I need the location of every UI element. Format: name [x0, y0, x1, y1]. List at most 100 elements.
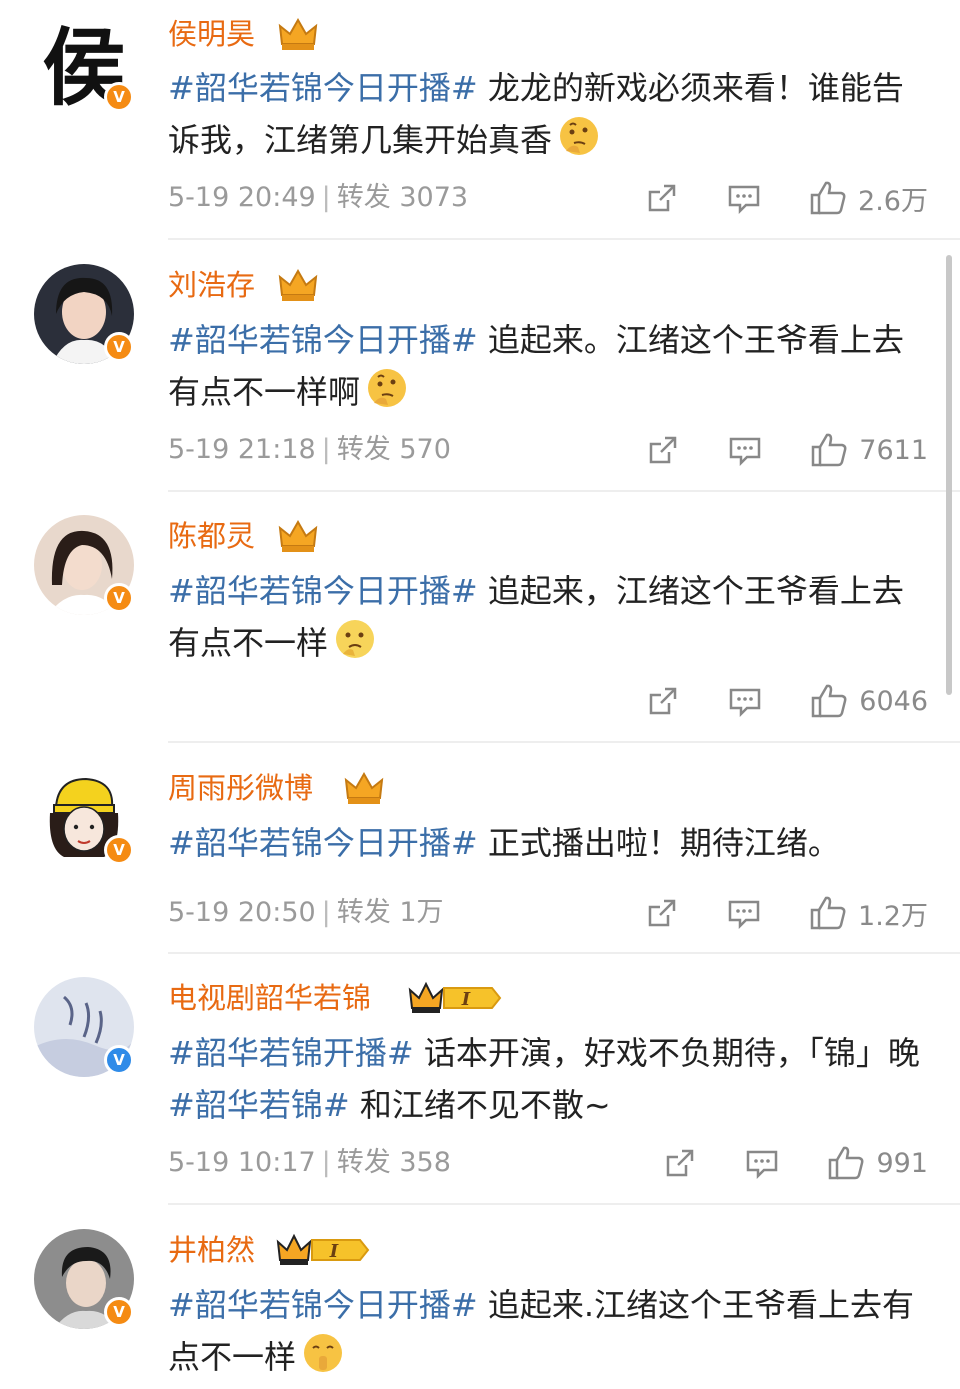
- thumbs-up-icon: [829, 1146, 864, 1180]
- repost-count: 转发 1万: [336, 897, 444, 928]
- meta-separator: |: [321, 434, 331, 465]
- action-bar: 1.2万: [644, 893, 928, 933]
- post-text: #韶华若锦今日开播# 追起来。江绪这个王爷看上去有点不一样啊: [168, 314, 928, 424]
- comment-button[interactable]: [726, 895, 762, 931]
- share-icon: [650, 687, 677, 715]
- post-divider: [168, 1203, 960, 1205]
- thumbs-up-icon: [812, 433, 847, 467]
- verified-badge: V: [104, 1045, 134, 1075]
- thumbs-up-icon: [810, 181, 846, 215]
- author-name[interactable]: 井柏然: [168, 1230, 255, 1270]
- action-bar: 991: [662, 1143, 928, 1183]
- post-time: 5-19 10:17: [168, 1147, 316, 1178]
- post-text: #韶华若锦今日开播# 追起来，江绪这个王爷看上去有点不一样: [168, 565, 928, 675]
- post-divider: [168, 952, 960, 954]
- author-name[interactable]: 陈都灵: [168, 516, 255, 556]
- share-button[interactable]: [645, 432, 681, 468]
- verified-badge: V: [104, 332, 134, 362]
- verified-badge: V: [104, 583, 134, 613]
- share-icon: [648, 184, 676, 212]
- post-houminghao: 侯 V 侯明昊 #韶华若锦今日开播# 龙龙的新戏必须来看！谁能告诉我，江绪第几集…: [0, 0, 960, 240]
- hashtag-link[interactable]: #韶华若锦开播#: [168, 1034, 414, 1072]
- post-time: 5-19 20:50: [168, 897, 316, 928]
- scrollbar[interactable]: [946, 255, 952, 695]
- svg-text:I: I: [461, 989, 471, 1010]
- like-button[interactable]: 2.6万: [808, 178, 928, 218]
- action-bar: 6046: [645, 681, 928, 721]
- author-name[interactable]: 电视剧韶华若锦: [168, 978, 371, 1018]
- meta-separator: |: [321, 182, 331, 213]
- member-crown-level-icon: I: [276, 1233, 370, 1265]
- thinking-face-icon: [366, 367, 408, 424]
- like-button[interactable]: 991: [826, 1143, 928, 1183]
- hashtag-link[interactable]: #韶华若锦今日开播#: [168, 321, 478, 359]
- weibo-comment-feed: 侯 V 侯明昊 #韶华若锦今日开播# 龙龙的新戏必须来看！谁能告诉我，江绪第几集…: [0, 0, 960, 1376]
- verified-badge: V: [104, 82, 134, 112]
- post-meta: 5-19 20:49 | 转发 3073: [168, 178, 468, 218]
- post-divider: [168, 238, 960, 240]
- post-text: #韶华若锦开播# 话本开演，好戏不负期待，「锦」晚 #韶华若锦# 和江绪不见不散~: [168, 1027, 928, 1131]
- meta-separator: |: [321, 897, 331, 928]
- repost-count: 转发 3073: [336, 182, 469, 213]
- comment-icon: [730, 437, 761, 467]
- post-text: #韶华若锦今日开播# 正式播出啦！期待江绪。: [168, 817, 928, 869]
- action-bar: 7611: [645, 430, 928, 470]
- post-meta: 5-19 21:18 | 转发 570: [168, 430, 451, 470]
- post-jingboran: V 井柏然 I #韶华若锦今日开播# 追起来.江绪这个王爷看上去有点不一样: [0, 1217, 960, 1376]
- post-zhouyutong: V 周雨彤微博 #韶华若锦今日开播# 正式播出啦！期待江绪。 5-19 20:5…: [0, 755, 960, 955]
- hashtag-link[interactable]: #韶华若锦今日开播#: [168, 1286, 478, 1324]
- thumbs-up-icon: [810, 896, 846, 930]
- hashtag-link[interactable]: #韶华若锦今日开播#: [168, 824, 478, 862]
- like-count: 2.6万: [858, 185, 928, 217]
- share-button[interactable]: [644, 180, 680, 216]
- author-name[interactable]: 周雨彤微博: [168, 768, 313, 808]
- share-button[interactable]: [662, 1145, 698, 1181]
- like-count: 7611: [859, 434, 928, 466]
- post-meta: 5-19 10:17 | 转发 358: [168, 1143, 451, 1183]
- like-button[interactable]: 7611: [809, 430, 928, 470]
- like-button[interactable]: 6046: [809, 681, 928, 721]
- post-body: 话本开演，好戏不负期待，「锦」晚: [413, 1034, 920, 1072]
- post-text: #韶华若锦今日开播# 龙龙的新戏必须来看！谁能告诉我，江绪第几集开始真香: [168, 62, 928, 172]
- share-icon: [648, 899, 676, 927]
- comment-button[interactable]: [727, 683, 763, 719]
- hashtag-link[interactable]: #韶华若锦今日开播#: [168, 572, 478, 610]
- comment-icon: [747, 1150, 778, 1180]
- comment-icon: [730, 688, 761, 718]
- thinking-face-icon: [334, 618, 376, 675]
- comment-button[interactable]: [727, 432, 763, 468]
- post-liuhaocun: V 刘浩存 #韶华若锦今日开播# 追起来。江绪这个王爷看上去有点不一样啊 5-1…: [0, 252, 960, 492]
- verified-badge: V: [104, 835, 134, 865]
- comment-icon: [728, 900, 760, 930]
- like-count: 6046: [859, 685, 928, 717]
- action-bar: 2.6万: [644, 178, 928, 218]
- hashtag-link[interactable]: #韶华若锦#: [168, 1086, 350, 1124]
- author-name[interactable]: 侯明昊: [168, 14, 255, 54]
- member-crown-level-icon: I: [408, 981, 502, 1013]
- meta-separator: |: [321, 1147, 331, 1178]
- comment-button[interactable]: [744, 1145, 780, 1181]
- comment-icon: [728, 185, 760, 215]
- post-body: 正式播出啦！期待江绪。: [477, 824, 840, 862]
- thumbs-up-icon: [812, 684, 847, 718]
- svg-text:I: I: [329, 1241, 339, 1262]
- repost-count: 转发 570: [336, 434, 451, 465]
- hashtag-link[interactable]: #韶华若锦今日开播#: [168, 69, 478, 107]
- post-drama-official: V 电视剧韶华若锦 I #韶华若锦开播# 话本开演，好戏不负期待，「锦」晚#韶华…: [0, 965, 960, 1205]
- post-divider: [168, 741, 960, 743]
- post-divider: [168, 490, 960, 492]
- comment-button[interactable]: [726, 180, 762, 216]
- share-icon: [650, 436, 677, 464]
- post-time: 5-19 21:18: [168, 434, 316, 465]
- repost-count: 转发 358: [336, 1147, 451, 1178]
- share-button[interactable]: [645, 683, 681, 719]
- share-button[interactable]: [644, 895, 680, 931]
- post-body: 和江绪不见不散~: [349, 1086, 611, 1124]
- member-crown-icon: [344, 771, 384, 804]
- author-name[interactable]: 刘浩存: [168, 265, 255, 305]
- post-chendouling: V 陈都灵 #韶华若锦今日开播# 追起来，江绪这个王爷看上去有点不一样 6046: [0, 503, 960, 743]
- like-button[interactable]: 1.2万: [808, 893, 928, 933]
- verified-badge: V: [104, 1297, 134, 1327]
- share-icon: [667, 1149, 694, 1177]
- member-crown-icon: [278, 17, 318, 50]
